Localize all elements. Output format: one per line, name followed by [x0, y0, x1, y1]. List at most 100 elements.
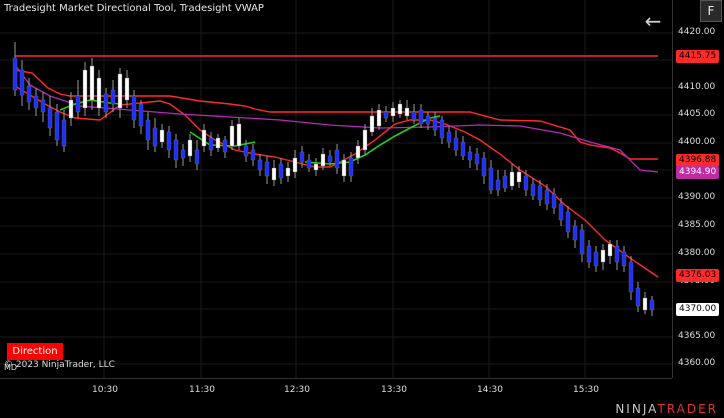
candle-body: [201, 129, 207, 147]
candle-body: [593, 251, 599, 267]
candle-body: [19, 69, 25, 96]
candle-body: [418, 109, 424, 125]
candle-body: [278, 163, 284, 179]
candle-body: [537, 185, 543, 201]
candle-body: [488, 167, 494, 191]
candle-body: [208, 137, 214, 151]
candle-body: [586, 245, 592, 263]
candle-body: [425, 115, 431, 125]
direction-button[interactable]: Direction: [6, 342, 64, 361]
candle-body: [565, 211, 571, 233]
price-badge: 4370.00: [676, 303, 720, 316]
time-tick-label: 11:30: [189, 385, 215, 395]
candle-body: [117, 73, 123, 109]
candle-body: [173, 139, 179, 161]
time-tick-label: 15:30: [573, 385, 599, 395]
candle-body: [75, 95, 81, 113]
candle-body: [404, 107, 410, 117]
logo-right-text: TRADER: [657, 402, 718, 416]
candle-body: [614, 245, 620, 263]
candle-body: [390, 107, 396, 117]
candle-body: [649, 299, 655, 311]
candle-body: [82, 69, 88, 109]
price-tick-label: 4405.00: [678, 109, 716, 119]
price-badge: 4376.03: [676, 269, 720, 282]
candle-body: [257, 159, 263, 171]
candle-body: [369, 115, 375, 133]
candle-body: [607, 243, 613, 257]
candle-body: [313, 163, 319, 171]
candle-body: [628, 261, 634, 293]
candle-body: [460, 141, 466, 157]
candle-body: [453, 137, 459, 151]
candle-body: [446, 131, 452, 143]
candle-body: [306, 159, 312, 169]
candle-body: [530, 183, 536, 197]
time-tick-label: 14:30: [477, 385, 503, 395]
candle-body: [96, 77, 102, 109]
candle-body: [635, 287, 641, 307]
candle-body: [474, 153, 480, 165]
candle-body: [54, 111, 60, 141]
candle-body: [103, 93, 109, 113]
price-tick-label: 4365.00: [678, 331, 716, 341]
f-button[interactable]: F: [700, 0, 722, 22]
candle-body: [544, 189, 550, 205]
candle-body: [145, 119, 151, 141]
candle-body: [138, 103, 144, 127]
candle-body: [166, 131, 172, 151]
chart-plot-area[interactable]: Tradesight Market Directional Tool, Trad…: [0, 0, 672, 378]
arrow-left-icon: ←: [644, 9, 662, 33]
candle-body: [12, 57, 18, 91]
candle-body: [523, 175, 529, 191]
candle-body: [61, 119, 67, 147]
ninjatrader-logo: NINJATRADER: [615, 402, 718, 416]
candle-body: [334, 149, 340, 169]
candle-body: [222, 139, 228, 153]
candle-body: [516, 171, 522, 183]
candle-body: [124, 77, 130, 101]
candle-body: [89, 65, 95, 101]
candle-body: [180, 149, 186, 159]
candle-body: [110, 89, 116, 105]
candle-body: [285, 167, 291, 177]
price-tick-label: 4390.00: [678, 192, 716, 202]
candle-body: [159, 129, 165, 143]
price-tick-label: 4400.00: [678, 137, 716, 147]
candle-body: [299, 151, 305, 163]
candle-body: [411, 111, 417, 121]
candle-body: [215, 137, 221, 149]
price-tick-label: 4420.00: [678, 27, 716, 37]
price-badge: 4415.75: [676, 50, 720, 63]
candle-body: [341, 159, 347, 177]
candle-body: [187, 139, 193, 157]
candle-body: [236, 123, 242, 147]
time-tick-label: 10:30: [92, 385, 118, 395]
candle-body: [327, 155, 333, 163]
candle-body: [432, 117, 438, 131]
candle-body: [600, 249, 606, 263]
candle-body: [131, 95, 137, 121]
time-tick-label: 13:30: [381, 385, 407, 395]
candle-body: [481, 157, 487, 177]
candle-body: [243, 145, 249, 157]
candle-body: [383, 111, 389, 119]
candle-body: [467, 151, 473, 161]
candle-body: [621, 251, 627, 267]
candle-body: [26, 85, 32, 103]
price-chart-svg: [0, 0, 672, 378]
time-tick-label: 12:30: [284, 385, 310, 395]
candle-body: [47, 107, 53, 129]
candle-body: [264, 161, 270, 177]
back-button[interactable]: ←: [640, 8, 666, 34]
price-tick-label: 4385.00: [678, 220, 716, 230]
candlesticks: [12, 42, 655, 316]
price-tick-label: 4410.00: [678, 82, 716, 92]
candle-body: [558, 203, 564, 221]
copyright-text: © 2023 NinjaTrader, LLC: [4, 360, 115, 370]
candle-body: [229, 125, 235, 147]
candle-body: [250, 149, 256, 161]
candle-body: [579, 229, 585, 255]
candle-body: [502, 175, 508, 189]
candle-body: [33, 95, 39, 109]
